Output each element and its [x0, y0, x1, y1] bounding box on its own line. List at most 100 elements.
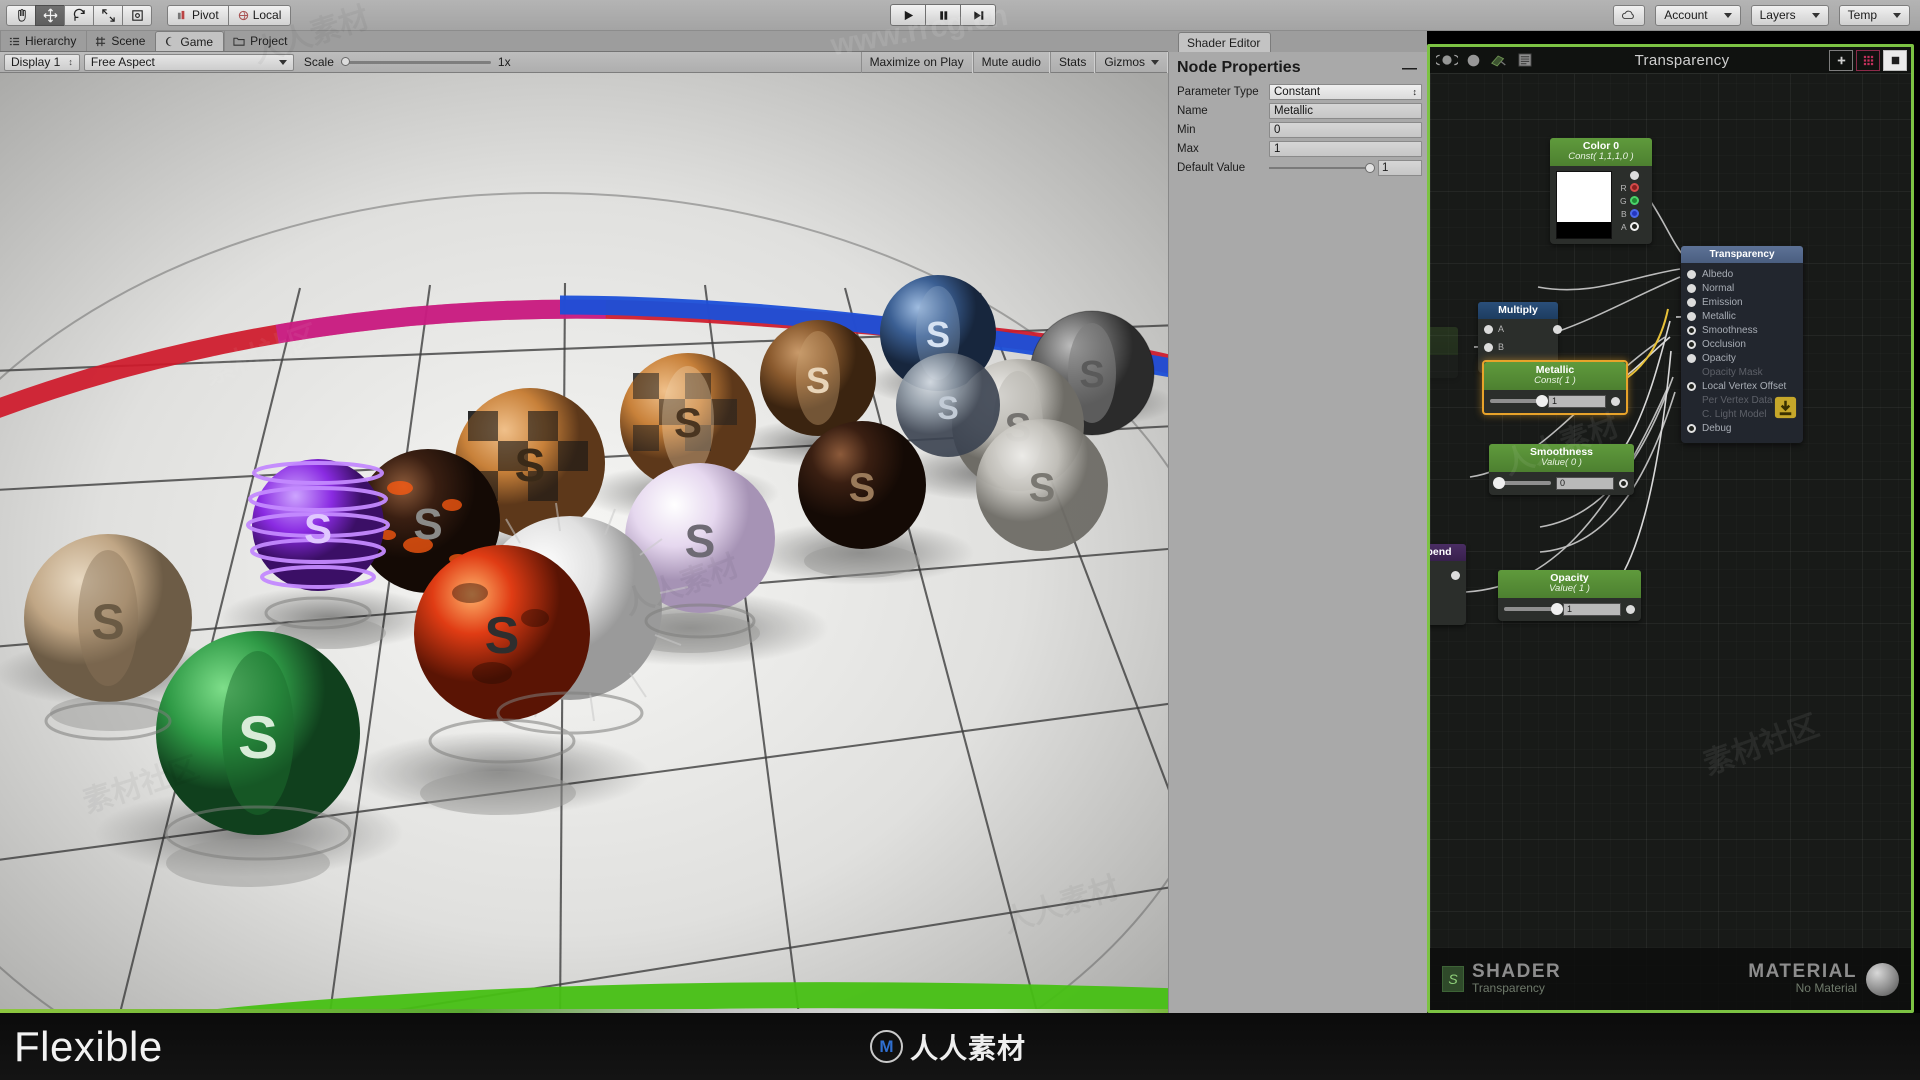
albedo-port-icon[interactable] [1687, 269, 1696, 279]
opacity-value-input[interactable]: 1 [1563, 602, 1621, 616]
master-port-opacity[interactable]: Opacity [1681, 351, 1803, 365]
hand-tool-button[interactable] [6, 4, 36, 26]
occlusion-label: Occlusion [1702, 338, 1746, 350]
metallic-slider-knob[interactable] [1536, 395, 1548, 408]
master-port-emission[interactable]: Emission [1681, 295, 1803, 309]
min-input[interactable]: 0 [1269, 122, 1422, 138]
metallic-slider[interactable] [1490, 395, 1548, 408]
metallic-value-input[interactable]: 1 [1548, 394, 1606, 408]
scale-slider-knob[interactable] [340, 56, 350, 66]
smoothness-port-icon[interactable] [1687, 325, 1696, 335]
default-value-slider-knob[interactable] [1365, 163, 1375, 173]
master-port-metallic[interactable]: Metallic [1681, 309, 1803, 323]
cloud-button[interactable] [1613, 4, 1646, 26]
master-port-albedo[interactable]: Albedo [1681, 267, 1803, 281]
occlusion-port-icon[interactable] [1687, 339, 1696, 349]
color0-rgba-port[interactable] [1629, 170, 1639, 180]
smoothness-slider[interactable] [1493, 477, 1551, 490]
sphere-preview-icon[interactable] [1460, 50, 1486, 71]
properties-list-icon[interactable] [1512, 50, 1538, 71]
node-master-transparency[interactable]: Transparency Albedo Normal Emission Meta… [1681, 246, 1803, 443]
maximize-on-play-button[interactable]: Maximize on Play [860, 51, 973, 73]
metallic-output-port[interactable] [1611, 396, 1620, 406]
smoothness-value-input[interactable]: 0 [1556, 476, 1614, 490]
name-input[interactable]: Metallic [1269, 103, 1422, 119]
normal-port-icon[interactable] [1687, 283, 1696, 293]
master-port-normal[interactable]: Normal [1681, 281, 1803, 295]
step-button[interactable] [960, 4, 996, 26]
opacity-output-port[interactable] [1626, 604, 1635, 614]
game-viewport[interactable]: S S S S S S S S S S S S S S [0, 73, 1168, 1013]
debug-port-icon[interactable] [1687, 423, 1696, 433]
default-value-slider[interactable] [1269, 163, 1375, 173]
color0-a-port[interactable] [1629, 222, 1639, 232]
tab-shader-editor[interactable]: Shader Editor [1178, 32, 1272, 52]
multiply-a-port[interactable] [1484, 324, 1493, 334]
color0-swatch[interactable] [1556, 170, 1612, 239]
master-port-local-vertex-offset[interactable]: Local Vertex Offset [1681, 379, 1803, 393]
scale-tool-button[interactable] [93, 4, 123, 26]
aspect-dropdown[interactable]: Free Aspect [83, 53, 294, 71]
rotate-tool-button[interactable] [64, 4, 94, 26]
material-preview-sphere[interactable] [1866, 962, 1899, 996]
node-metallic[interactable]: Metallic Const( 1 ) 1 [1482, 360, 1628, 415]
parameter-type-dropdown[interactable]: Constant ↕ [1269, 84, 1422, 100]
focus-icon[interactable] [1883, 49, 1907, 71]
layers-dropdown[interactable]: Layers [1750, 4, 1829, 26]
smoothness-slider-knob[interactable] [1493, 477, 1505, 490]
svg-text:S: S [413, 500, 442, 549]
node-palette-icon[interactable] [1856, 49, 1880, 71]
local-vertex-offset-port-icon[interactable] [1687, 381, 1696, 391]
gizmos-dropdown[interactable]: Gizmos [1095, 51, 1168, 73]
tab-scene[interactable]: Scene [86, 31, 156, 51]
color0-b-port[interactable] [1629, 209, 1639, 219]
pivot-toggle-button[interactable]: Pivot [167, 4, 229, 26]
master-port-occlusion[interactable]: Occlusion [1681, 337, 1803, 351]
metallic-port-label: Metallic [1702, 310, 1736, 322]
mute-audio-button[interactable]: Mute audio [972, 51, 1050, 73]
smoothness-output-port[interactable] [1619, 478, 1628, 488]
save-download-icon[interactable] [1773, 395, 1798, 425]
per-vertex-data-label: Per Vertex Data [1702, 394, 1773, 406]
display-dropdown[interactable]: Display 1 ↕ [4, 53, 80, 71]
append-output-port[interactable] [1451, 571, 1460, 581]
move-tool-button[interactable] [35, 4, 65, 26]
background-node-float0: Float 0 Const( 1 ) 1 [1430, 327, 1468, 378]
rect-tool-button[interactable] [122, 4, 152, 26]
default-value-input[interactable]: 1 [1378, 160, 1422, 176]
local-toggle-button[interactable]: Local [227, 4, 292, 26]
master-port-smoothness[interactable]: Smoothness [1681, 323, 1803, 337]
node-opacity[interactable]: Opacity Value( 1 ) 1 [1498, 570, 1641, 621]
color0-r-port[interactable] [1629, 183, 1639, 193]
account-dropdown[interactable]: Account [1655, 4, 1741, 26]
node-append[interactable]: Append [1430, 544, 1466, 626]
svg-text:S: S [1079, 354, 1104, 396]
color0-g-port[interactable] [1629, 196, 1639, 206]
minimize-icon[interactable]: — [1402, 60, 1427, 77]
multiply-b-port[interactable] [1484, 342, 1493, 352]
scale-slider-group[interactable]: Scale 1x [304, 55, 511, 69]
opacity-port-icon[interactable] [1687, 353, 1696, 363]
scale-slider-track[interactable] [340, 56, 491, 66]
node-color-0[interactable]: Color 0 Const( 1,1,1,0 ) R G B A [1550, 138, 1652, 244]
add-node-icon[interactable] [1829, 49, 1853, 71]
multiply-output-port[interactable] [1553, 325, 1562, 335]
opacity-slider-knob[interactable] [1551, 603, 1563, 616]
tab-game[interactable]: Game [155, 31, 225, 51]
pause-button[interactable] [925, 4, 961, 26]
node-smoothness[interactable]: Smoothness Value( 0 ) 0 [1489, 444, 1634, 495]
field-max: Max 1 [1177, 140, 1422, 158]
max-input[interactable]: 1 [1269, 141, 1422, 157]
emission-port-icon[interactable] [1687, 297, 1696, 307]
opacity-slider[interactable] [1504, 603, 1563, 616]
updown-arrows-icon: ↕ [1412, 87, 1418, 97]
shader-graph-canvas[interactable]: Transparency end Color 0 Const(1,1,1,0 … [1430, 47, 1911, 1010]
play-button[interactable] [890, 4, 926, 26]
tab-project[interactable]: Project [224, 31, 298, 51]
stats-button[interactable]: Stats [1049, 51, 1096, 73]
metallic-port-icon[interactable] [1687, 311, 1696, 321]
shader-settings-icon[interactable] [1486, 50, 1512, 71]
preview-toggle-icon[interactable] [1434, 50, 1460, 71]
tab-hierarchy[interactable]: Hierarchy [0, 31, 87, 51]
layout-dropdown[interactable]: Temp [1838, 4, 1910, 26]
